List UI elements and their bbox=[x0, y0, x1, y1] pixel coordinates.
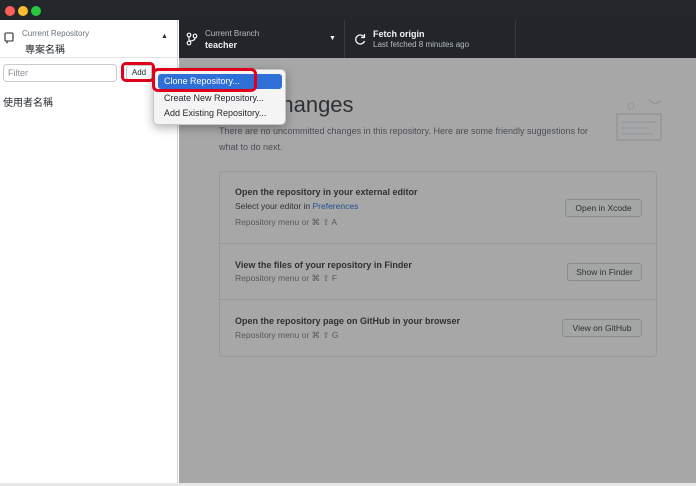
caret-up-icon: ▲ bbox=[161, 33, 168, 40]
clone-repository-highlight bbox=[152, 68, 257, 92]
current-repository-label: Current Repository bbox=[22, 29, 90, 38]
menu-item-create-new-repository[interactable]: Create New Repository... bbox=[158, 91, 282, 106]
filter-input[interactable] bbox=[3, 64, 117, 82]
current-repository-name: 專案名稱 bbox=[25, 45, 65, 56]
sidebar: Current Repository 專案名稱 ▲ Add 使用者名稱 bbox=[0, 20, 178, 486]
user-name-label: 使用者名稱 bbox=[3, 98, 53, 109]
current-repository-button[interactable]: Current Repository 專案名稱 ▲ bbox=[0, 20, 178, 58]
repo-icon bbox=[4, 32, 14, 44]
close-window-button[interactable] bbox=[5, 6, 15, 16]
add-button-highlight bbox=[121, 62, 155, 82]
minimize-window-button[interactable] bbox=[18, 6, 28, 16]
maximize-window-button[interactable] bbox=[31, 6, 41, 16]
app-window: local changes There are no uncommitted c… bbox=[0, 0, 696, 486]
toolbar-overlay bbox=[179, 20, 696, 58]
menu-item-add-existing-repository[interactable]: Add Existing Repository... bbox=[158, 106, 282, 121]
title-bar bbox=[0, 0, 696, 20]
